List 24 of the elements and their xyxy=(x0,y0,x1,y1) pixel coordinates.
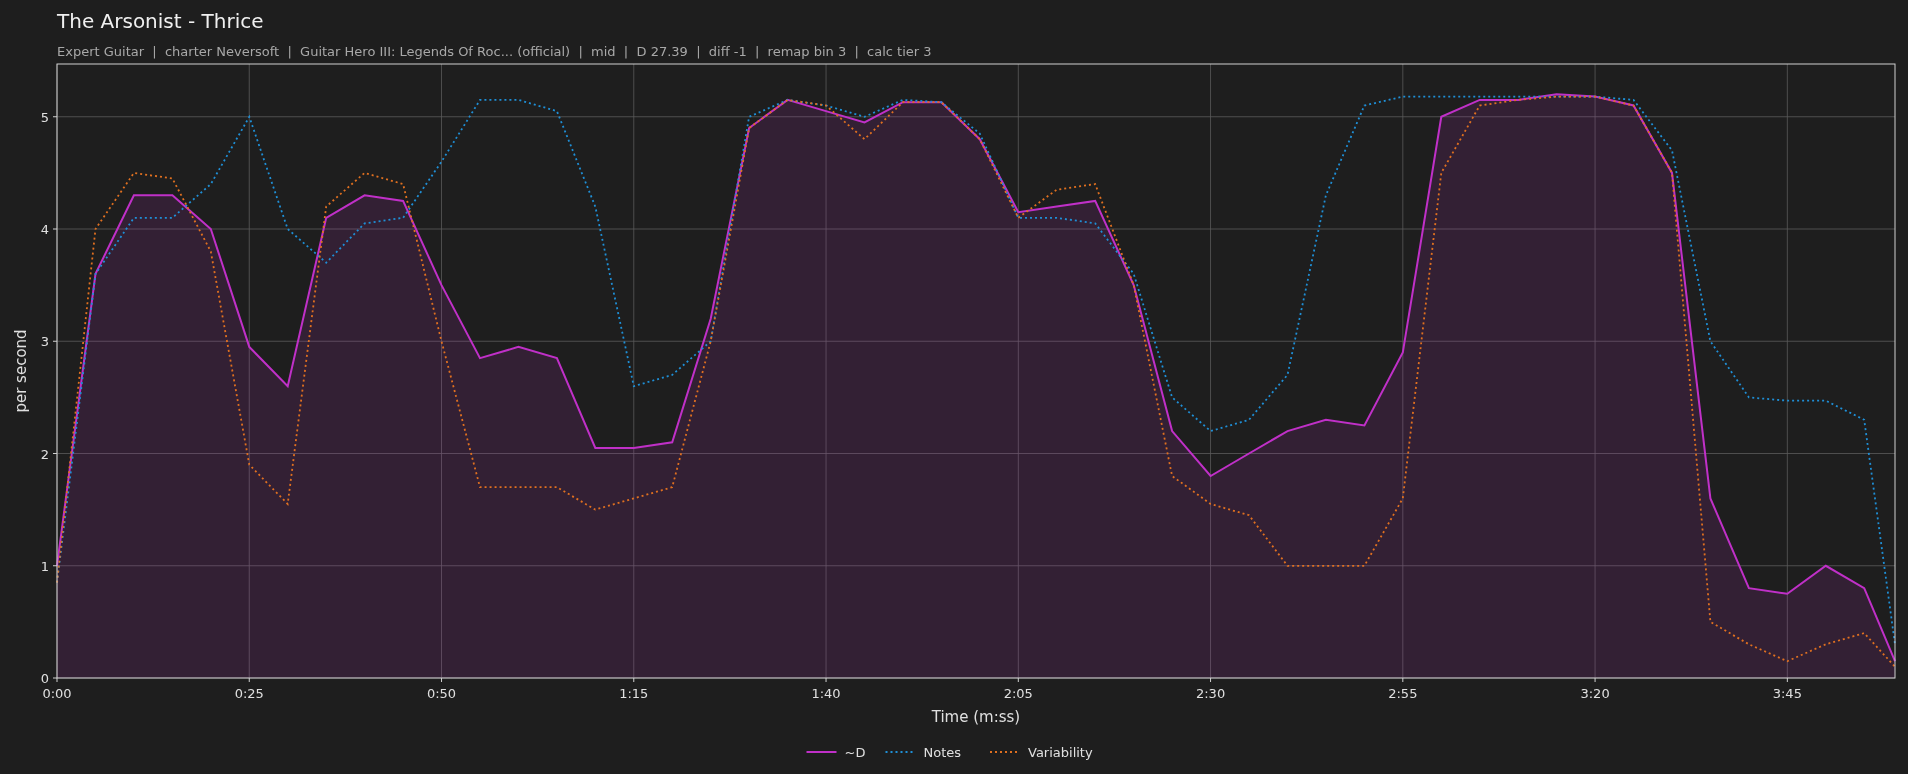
x-tick-label: 2:55 xyxy=(1388,686,1418,701)
y-axis-label: per second xyxy=(12,329,30,413)
x-tick-label: 2:30 xyxy=(1195,686,1226,701)
x-tick-label: 3:20 xyxy=(1580,686,1610,701)
y-tick-label: 5 xyxy=(40,109,49,125)
x-tick-label: 2:05 xyxy=(1003,686,1033,701)
legend-label: ~D xyxy=(844,745,866,760)
y-tick-label: 2 xyxy=(40,446,49,462)
x-tick-label: 0:50 xyxy=(426,686,457,701)
y-tick-label: 0 xyxy=(40,671,49,686)
chart-subtitle: Expert Guitar | charter Neversoft | Guitar Hero III: Legends Of Roc... (official) | mid | D 27.39 | diff -1 | remap bin 3 | calc tier 3 xyxy=(57,43,932,61)
legend-label: Variability xyxy=(1028,745,1093,760)
legend-label: Notes xyxy=(923,745,962,760)
x-tick-label: 0:25 xyxy=(234,686,264,701)
y-tick-label: 3 xyxy=(40,334,49,350)
y-tick-label: 4 xyxy=(40,222,49,237)
x-tick-label: 1:40 xyxy=(811,686,841,701)
x-tick-label: 1:15 xyxy=(619,686,649,701)
legend-line-icon xyxy=(805,751,838,753)
chart-title: The Arsonist - Thrice xyxy=(57,8,264,35)
x-tick-label: 0:00 xyxy=(42,686,72,701)
y-tick-label: 1 xyxy=(40,558,49,574)
x-tick-label: 3:45 xyxy=(1772,686,1802,701)
x-axis-label: Time (m:ss) xyxy=(931,708,1021,726)
